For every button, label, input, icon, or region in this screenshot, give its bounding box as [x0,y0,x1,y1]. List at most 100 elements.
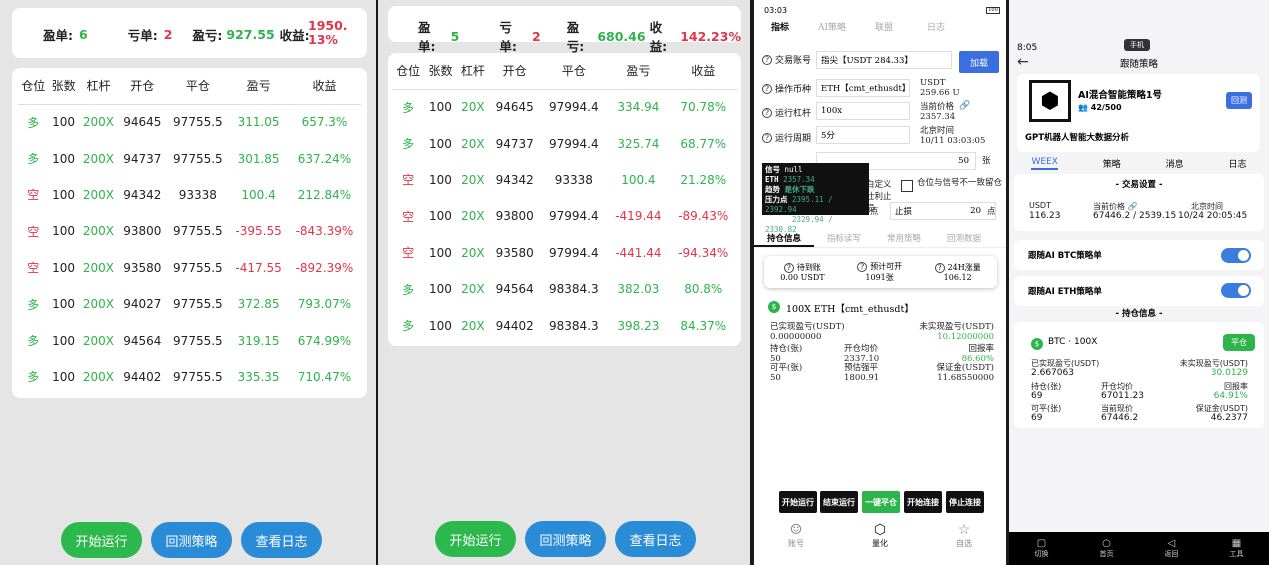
column-header: 收益 [287,68,361,105]
disconnect-button[interactable]: 停止连接 [946,491,984,513]
period-select[interactable]: 5分 [816,126,910,144]
start-button[interactable]: 开始运行 [61,522,142,558]
nav-account[interactable]: ☺ 账号 [788,522,804,558]
table-row: 多 100 20X 94737 97994.4 325.74 68.77% [392,125,737,161]
subtab-backtest[interactable]: 回测数据 [934,232,994,247]
coin-icon: $ [768,301,780,313]
subtab-indicator[interactable]: 指标读写 [814,232,874,247]
table-cell: 100.4 [241,187,276,202]
table-cell: 20X [461,209,485,224]
table-cell: 97755.5 [173,151,223,166]
nav-tools[interactable]: ▦ 工具 [1230,538,1244,559]
tab-strategy[interactable]: 策略 [1103,157,1121,170]
tooltip-trend-key: 趋势 [765,185,780,194]
leverage-input[interactable]: 100x [816,102,910,120]
backtest-button[interactable]: 回测策略 [525,521,606,557]
hold-section-title: - 持仓信息 - [1115,309,1163,319]
tab-log[interactable]: 日志 [1229,157,1247,170]
view-log-button[interactable]: 查看日志 [615,521,696,557]
table-cell: 100 [429,245,452,260]
account-input[interactable]: 指尖【USDT 284.33】 [816,51,952,69]
pnl-label: 盈亏: [566,20,585,54]
help-icon: ? [762,54,772,65]
status-time: 8:05 [1017,43,1038,53]
table-cell: 100 [52,333,76,348]
summary-card: 盈单: 6 亏单: 2 盈亏: 927.55 收益: 1950.13% [12,8,367,58]
tab-ai-strategy[interactable]: AI策略 [806,20,858,40]
table-row: 空 100 200X 94342 93338 100.4 212.84% [18,177,361,213]
table-cell: 100 [52,369,76,384]
table-cell: 多 [27,370,40,385]
start-run-button[interactable]: 开始运行 [779,491,817,513]
hold-value: 69 [1031,391,1043,401]
table-row: 多 100 200X 94402 97755.5 335.35 710.47% [18,359,361,395]
nav-switch[interactable]: ▢ 切换 [1035,538,1049,559]
hexagon-icon: ⬡ [873,522,887,538]
subtab-position[interactable]: 持仓信息 [754,232,814,247]
close-all-button[interactable]: 一键平仓 [862,491,900,513]
tab-weex[interactable]: WEEX [1031,157,1058,170]
view-log-button[interactable]: 查看日志 [241,522,322,558]
table-cell: 94402 [123,369,162,384]
table-cell: 372.85 [237,297,280,312]
stop-loss-input[interactable]: 止损 20 [890,202,996,220]
table-cell: 325.74 [617,136,660,151]
table-cell: 多 [27,115,40,130]
openable-value: 1091张 [865,273,894,282]
tab-messages[interactable]: 消息 [1166,157,1184,170]
table-cell: 657.3% [301,115,348,130]
table-cell: 70.78% [680,100,727,115]
strategy-description: GPT机器人智能大数据分析 [1025,133,1130,143]
table-cell: 空 [27,261,40,276]
loss-label: 亏单: [127,28,158,43]
nav-favorites[interactable]: ☆ 自选 [956,522,972,558]
beijing-time-label: 北京时间 [920,126,955,136]
tooltip-signal-key: 信号 [765,165,780,174]
table-cell: 200X [82,151,115,166]
table-cell: 335.35 [237,369,280,384]
subtab-strategies[interactable]: 常用策略 [874,232,934,247]
stop-run-button[interactable]: 结束运行 [820,491,858,513]
nav-back[interactable]: ◁ 返回 [1165,538,1179,559]
hold-checkbox[interactable] [901,180,913,192]
table-cell: 200X [82,369,115,384]
usdt-label: USDT [920,78,946,88]
start-button[interactable]: 开始运行 [435,521,516,557]
strategy-logo-icon: ⬢ [1029,80,1071,122]
unrealized-value: 30.0129 [1210,368,1248,378]
backtest-button[interactable]: 回测 [1226,92,1252,109]
table-cell: 200X [82,115,115,130]
connect-button[interactable]: 开始连接 [904,491,942,513]
tab-log[interactable]: 日志 [910,20,962,40]
help-icon: ? [857,262,868,272]
tab-alliance[interactable]: 联盟 [858,20,910,40]
return-value: 142.23% [680,28,741,44]
table-cell: 多 [402,100,415,115]
position-name: BTC · 100X [1048,337,1098,347]
table-row: 多 100 20X 94645 97994.4 334.94 70.78% [392,89,737,125]
unrealized-label: 未实现盈亏(USDT) [919,322,994,332]
table-cell: 68.77% [680,136,727,151]
follow-eth-toggle[interactable] [1221,283,1251,298]
pnl-value: 680.46 [597,28,646,44]
close-position-button[interactable]: 平仓 [1223,334,1255,351]
column-header: 张数 [424,53,457,90]
avg-price-label: 开仓均价 [844,344,879,354]
signal-tooltip: 信号 null ETH 2357.34 趋势 是休下跌 压力点 2395.11 … [762,163,869,234]
table-cell: 98384.3 [548,282,599,297]
follow-btc-toggle[interactable] [1221,248,1251,263]
link-icon: 🔗 [1127,202,1138,211]
roe-value: 64.91% [1213,391,1248,401]
nav-quant[interactable]: ⬡ 量化 [872,522,888,558]
table-cell: 200X [82,224,115,239]
table-cell: 93580 [495,245,534,260]
pair-select[interactable]: ETH【cmt_ethusdt】 [816,79,910,97]
table-row: 多 100 200X 94027 97755.5 372.85 793.07% [18,286,361,322]
table-cell: 319.15 [237,333,280,348]
load-button[interactable]: 加载 [959,51,999,73]
usdt-value: 116.23 [1029,211,1061,221]
nav-switch-label: 切换 [1034,550,1049,558]
nav-home[interactable]: ○ 首页 [1100,538,1114,559]
backtest-button[interactable]: 回测策略 [151,522,232,558]
tab-indicator[interactable]: 指标 [754,20,806,40]
